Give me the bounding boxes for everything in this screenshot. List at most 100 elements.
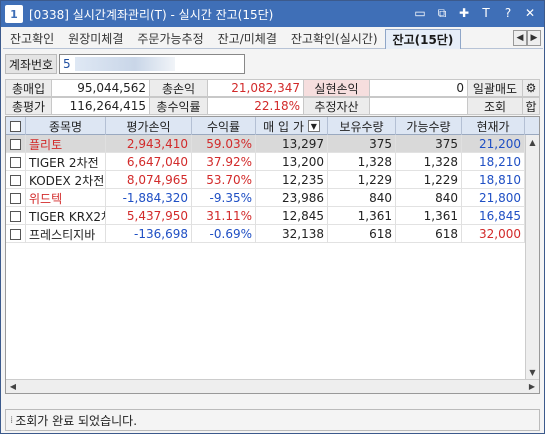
avail-qty: 375	[396, 135, 462, 153]
header-buy-price[interactable]: 매 입 가 ▼	[256, 117, 328, 135]
row-checkbox[interactable]	[10, 210, 21, 222]
tab-balance-check[interactable]: 잔고확인	[3, 29, 61, 49]
cur-price: 18,210	[462, 153, 525, 171]
stock-name: 위드텍	[26, 189, 106, 207]
est-asset-label: 추정자산	[303, 97, 369, 115]
tab-ledger-unfilled[interactable]: 원장미체결	[61, 29, 130, 49]
tab-scroll: ◀ ▶	[513, 30, 541, 46]
row-checkbox-cell	[6, 207, 26, 225]
table-row[interactable]: TIGER KRX2차 5,437,950 31.11% 12,845 1,361 1,3…	[6, 207, 539, 225]
return-rate: 53.70%	[192, 171, 256, 189]
copy-icon[interactable]: ⧉	[434, 5, 450, 21]
account-input[interactable]: 5	[59, 54, 245, 74]
pin-icon[interactable]: ✚	[456, 5, 472, 21]
tab-order-estimate[interactable]: 주문가능추정	[130, 29, 210, 49]
scroll-down-icon[interactable]: ▼	[526, 365, 539, 379]
buy-price: 13,297	[256, 135, 328, 153]
return-rate: -0.69%	[192, 225, 256, 243]
restore-icon[interactable]: ▭	[412, 5, 428, 21]
bulk-sell-button[interactable]: 일괄매도	[467, 79, 522, 97]
close-icon[interactable]: ✕	[522, 5, 538, 21]
hold-qty: 1,361	[328, 207, 396, 225]
sort-dropdown-icon[interactable]: ▼	[307, 120, 320, 132]
buy-price: 13,200	[256, 153, 328, 171]
stock-name: TIGER KRX2차	[26, 207, 106, 225]
select-all-checkbox[interactable]	[10, 120, 21, 132]
header-buy-price-label: 매 입 가	[263, 119, 304, 134]
header-hold-qty[interactable]: 보유수량	[328, 117, 396, 135]
hold-qty: 1,328	[328, 153, 396, 171]
scroll-up-icon[interactable]: ▲	[526, 135, 539, 149]
realized-pl-value: 0	[369, 79, 467, 97]
table-row[interactable]: 플리토 2,943,410 59.03% 13,297 375 375 21,200	[6, 135, 539, 153]
holdings-grid: 종목명 평가손익 수익률 매 입 가 ▼ 보유수량 가능수량 현재가 플리토 2,9…	[5, 116, 540, 394]
total-eval-label: 총평가	[5, 97, 51, 115]
row-checkbox[interactable]	[10, 174, 21, 186]
account-label: 계좌번호	[5, 54, 57, 74]
tab-balance-15[interactable]: 잔고(15단)	[384, 29, 462, 49]
hold-qty: 618	[328, 225, 396, 243]
help-icon[interactable]: ?	[500, 5, 516, 21]
cur-price: 21,800	[462, 189, 525, 207]
avail-qty: 1,361	[396, 207, 462, 225]
query-button[interactable]: 조회	[467, 97, 522, 115]
row-checkbox[interactable]	[10, 156, 21, 168]
row-checkbox-cell	[6, 171, 26, 189]
stock-name: TIGER 2차전	[26, 153, 106, 171]
row-checkbox[interactable]	[10, 138, 21, 150]
row-checkbox-cell	[6, 189, 26, 207]
hold-qty: 840	[328, 189, 396, 207]
cur-price: 18,810	[462, 171, 525, 189]
est-asset-value	[369, 97, 467, 115]
eval-pl: 6,647,040	[106, 153, 192, 171]
header-pl[interactable]: 평가손익	[106, 117, 192, 135]
account-row: 계좌번호 5	[5, 53, 245, 75]
vertical-scrollbar[interactable]: ▲ ▼	[525, 135, 539, 379]
tab-left-icon[interactable]: ◀	[513, 30, 527, 46]
horizontal-scrollbar[interactable]: ◀ ▶	[6, 379, 539, 393]
buy-price: 23,986	[256, 189, 328, 207]
header-cur-price[interactable]: 현재가	[462, 117, 525, 135]
scroll-right-icon[interactable]: ▶	[525, 380, 539, 393]
tab-balance-realtime[interactable]: 잔고확인(실시간)	[284, 29, 385, 49]
gear-icon[interactable]: ⚙	[522, 79, 540, 97]
cur-price: 21,200	[462, 135, 525, 153]
header-checkbox-cell	[6, 117, 26, 135]
font-icon[interactable]: T	[478, 5, 494, 21]
eval-pl: -1,884,320	[106, 189, 192, 207]
total-return-value: 22.18%	[207, 97, 303, 115]
buy-price: 12,845	[256, 207, 328, 225]
row-checkbox-cell	[6, 135, 26, 153]
table-row[interactable]: TIGER 2차전 6,647,040 37.92% 13,200 1,328 1,328…	[6, 153, 539, 171]
return-rate: 59.03%	[192, 135, 256, 153]
grid-header: 종목명 평가손익 수익률 매 입 가 ▼ 보유수량 가능수량 현재가	[6, 117, 539, 135]
row-checkbox-cell	[6, 153, 26, 171]
total-pl-label: 총손익	[149, 79, 207, 97]
header-avail-qty[interactable]: 가능수량	[396, 117, 462, 135]
cur-price: 32,000	[462, 225, 525, 243]
row-checkbox[interactable]	[10, 192, 21, 204]
row-checkbox[interactable]	[10, 228, 21, 240]
status-message: 조회가 완료 되었습니다.	[15, 413, 138, 428]
header-rate[interactable]: 수익률	[192, 117, 256, 135]
table-row[interactable]: KODEX 2차전 8,074,965 53.70% 12,235 1,229 1,229…	[6, 171, 539, 189]
total-buy-value: 95,044,562	[51, 79, 149, 97]
summary-panel: 총매입 95,044,562 총손익 21,082,347 실현손익 0 일괄매…	[5, 79, 540, 115]
grip-icon: ⁞	[10, 414, 14, 426]
eval-pl: 2,943,410	[106, 135, 192, 153]
tab-right-icon[interactable]: ▶	[527, 30, 541, 46]
realized-pl-label: 실현손익	[303, 79, 369, 97]
hold-qty: 1,229	[328, 171, 396, 189]
total-return-label: 총수익률	[149, 97, 207, 115]
account-mask	[74, 57, 175, 71]
scroll-left-icon[interactable]: ◀	[6, 380, 20, 393]
sum-button[interactable]: 합	[522, 97, 540, 115]
table-row[interactable]: 프레스티지바 -136,698 -0.69% 32,138 618 618 32,000	[6, 225, 539, 243]
header-name[interactable]: 종목명	[26, 117, 106, 135]
cur-price: 16,845	[462, 207, 525, 225]
tab-balance-unfilled[interactable]: 잔고/미체결	[211, 29, 284, 49]
table-row[interactable]: 위드텍 -1,884,320 -9.35% 23,986 840 840 21,800	[6, 189, 539, 207]
title-bar[interactable]: 1 [0338] 실시간계좌관리(T) - 실시간 잔고(15단) ▭ ⧉ ✚ …	[1, 1, 544, 27]
total-buy-label: 총매입	[5, 79, 51, 97]
buy-price: 12,235	[256, 171, 328, 189]
